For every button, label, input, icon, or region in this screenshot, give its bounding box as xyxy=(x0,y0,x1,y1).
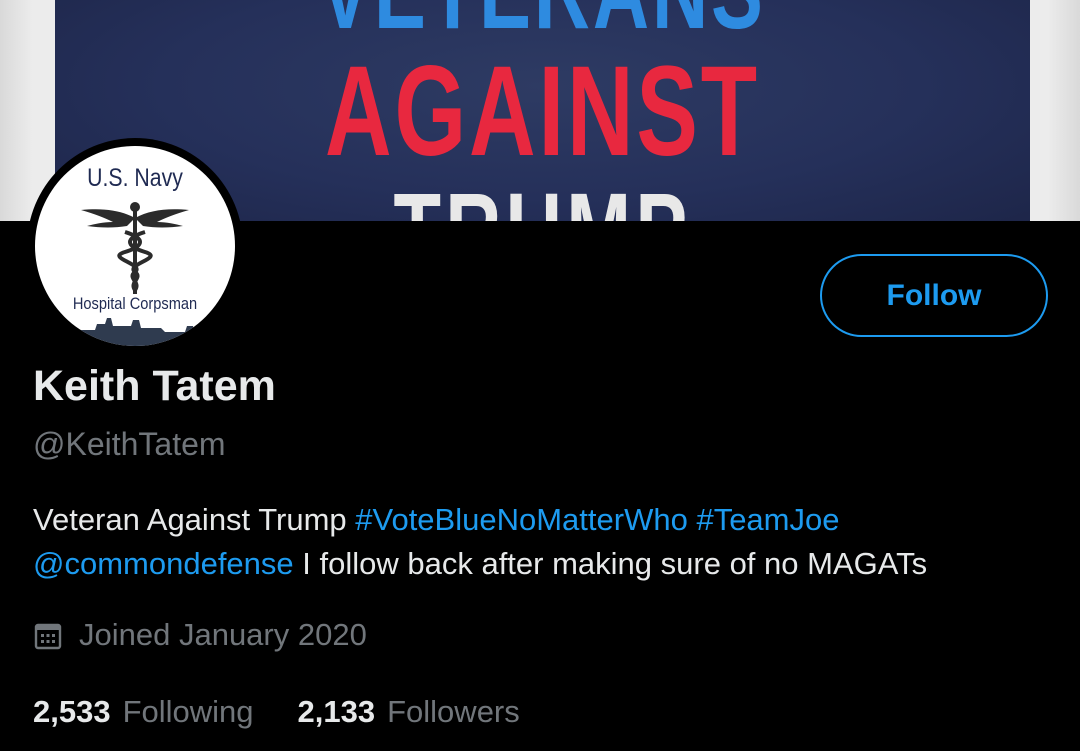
avatar-bottom-text: Hospital Corpsman xyxy=(72,294,198,313)
bio-text-2: I follow back after making sure of no MA… xyxy=(293,546,928,581)
profile-bio: Veteran Against Trump #VoteBlueNoMatterW… xyxy=(33,498,1043,586)
followers-count: 2,133 xyxy=(297,694,376,729)
banner-text-line2: AGAINST xyxy=(325,40,760,183)
hashtag-link-teamjoe[interactable]: #TeamJoe xyxy=(696,502,839,537)
calendar-icon xyxy=(34,623,62,650)
avatar-top-text: U.S. Navy xyxy=(87,164,183,192)
profile-avatar[interactable]: U.S. Navy Hospital Corpsman xyxy=(27,138,243,354)
banner-text-line3: TRUMP xyxy=(192,168,894,221)
bio-text: Veteran Against Trump xyxy=(33,502,356,537)
bio-line-2: @commondefense I follow back after makin… xyxy=(33,542,1043,586)
followers-label: Followers xyxy=(387,694,520,729)
joined-text: Joined January 2020 xyxy=(79,617,367,652)
caduceus-icon xyxy=(81,202,189,294)
profile-page: VETERANS AGAINST TRUMP U.S. Navy Hospita… xyxy=(0,0,1080,751)
bio-line-1: Veteran Against Trump #VoteBlueNoMatterW… xyxy=(33,498,1043,542)
followers-link[interactable]: 2,133 Followers xyxy=(298,694,520,730)
mention-link-commondefense[interactable]: @commondefense xyxy=(33,546,294,581)
follow-stats: 2,533 Following 2,133 Followers xyxy=(33,694,520,730)
following-label: Following xyxy=(122,694,254,729)
hashtag-link-voteblue[interactable]: #VoteBlueNoMatterWho xyxy=(355,502,688,537)
avatar-image: U.S. Navy Hospital Corpsman xyxy=(35,146,235,346)
following-link[interactable]: 2,533 Following xyxy=(33,694,254,730)
following-count: 2,533 xyxy=(33,694,111,729)
follow-button[interactable]: Follow xyxy=(820,254,1048,337)
display-name: Keith Tatem xyxy=(33,362,276,410)
user-handle: @KeithTatem xyxy=(33,426,226,462)
joined-date: Joined January 2020 xyxy=(33,617,367,653)
ship-silhouette-icon xyxy=(45,318,227,346)
